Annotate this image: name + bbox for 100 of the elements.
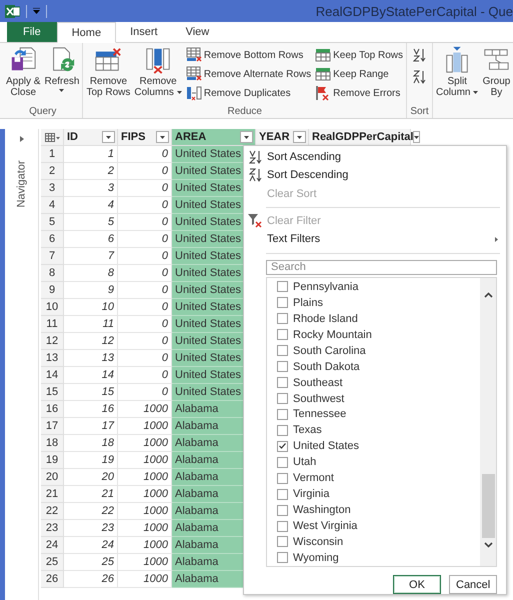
value-label[interactable]: Rocky Mountain: [293, 328, 372, 341]
checkbox[interactable]: [277, 408, 288, 420]
ribbon-button[interactable]: Group By: [481, 46, 512, 98]
scrollbar[interactable]: [480, 278, 496, 566]
checkbox[interactable]: [277, 536, 288, 548]
row-number: 25: [41, 554, 64, 571]
row-number: 21: [41, 486, 64, 503]
checkbox[interactable]: [277, 297, 288, 308]
customize-toolbar-icon[interactable]: [33, 8, 40, 14]
checkbox[interactable]: [277, 377, 288, 388]
scrollbar-thumb[interactable]: [482, 474, 494, 538]
checkbox[interactable]: [277, 520, 288, 532]
remove-columns-icon: [144, 46, 172, 74]
sort-ascending-icon[interactable]: [248, 150, 262, 164]
search-field[interactable]: Search: [266, 260, 497, 275]
row-number: 2: [41, 163, 64, 180]
ribbon-tab[interactable]: Home: [56, 22, 116, 43]
column-header[interactable]: FIPS: [118, 129, 172, 146]
checkbox[interactable]: [277, 504, 288, 516]
ribbon-button[interactable]: Remove Bottom Rows: [184, 46, 312, 64]
value-label[interactable]: South Carolina: [293, 344, 366, 357]
table-cell: 10: [64, 299, 118, 316]
row-number: 10: [41, 299, 64, 316]
ribbon-tab[interactable]: View: [172, 22, 224, 42]
sort-ascending-icon[interactable]: [413, 48, 426, 62]
value-label[interactable]: Vermont: [293, 472, 334, 484]
ribbon-button[interactable]: Split Column: [435, 46, 480, 98]
table-cell: 1: [64, 146, 118, 163]
filter-button[interactable]: [240, 131, 253, 143]
checkbox[interactable]: [277, 361, 288, 372]
row-number: 7: [41, 248, 64, 265]
checkbox[interactable]: [277, 313, 288, 324]
column-header[interactable]: YEAR: [256, 129, 309, 146]
filter-button[interactable]: [102, 131, 115, 143]
ribbon-button[interactable]: Remove Alternate Rows: [184, 65, 312, 83]
ribbon-button[interactable]: Remove Top Rows: [85, 46, 132, 98]
table-menu[interactable]: [41, 129, 64, 146]
sort-descending-icon[interactable]: [248, 168, 262, 182]
checkbox[interactable]: [277, 488, 288, 500]
value-label[interactable]: Utah: [293, 456, 316, 468]
checkbox[interactable]: [277, 281, 288, 292]
value-label[interactable]: United States: [293, 440, 360, 452]
value-label[interactable]: Tennessee: [293, 408, 346, 420]
value-label[interactable]: Washington: [293, 504, 351, 516]
scroll-up-icon[interactable]: [484, 292, 492, 298]
value-label[interactable]: Wyoming: [293, 552, 339, 564]
group-label: Query: [29, 106, 56, 118]
dialog-button[interactable]: OK: [393, 575, 441, 594]
checkbox[interactable]: [277, 456, 288, 468]
navigator-label[interactable]: Navigator: [16, 160, 28, 208]
value-label[interactable]: South Dakota: [293, 360, 360, 373]
dialog-button[interactable]: Cancel: [449, 575, 497, 594]
checkbox[interactable]: [277, 440, 288, 452]
table-cell: 25: [64, 554, 118, 571]
expand-icon[interactable]: [20, 136, 24, 142]
scroll-down-icon[interactable]: [484, 542, 492, 548]
caret-icon: [414, 136, 420, 138]
row-number: 17: [41, 418, 64, 435]
column-header[interactable]: ID: [64, 129, 118, 146]
table-cell: 15: [64, 384, 118, 401]
remove-rows-icon: [186, 47, 202, 63]
row-number: 16: [41, 401, 64, 418]
filter-button[interactable]: [293, 131, 306, 143]
checkbox[interactable]: [277, 345, 288, 356]
filter-button[interactable]: [413, 131, 420, 143]
filter-button[interactable]: [156, 131, 169, 143]
checkbox[interactable]: [277, 424, 288, 436]
ribbon-button[interactable]: Remove Duplicates: [184, 84, 312, 102]
checkbox[interactable]: [277, 329, 288, 340]
value-label[interactable]: Pennsylvania: [293, 280, 358, 293]
checkbox[interactable]: [277, 472, 288, 484]
checkbox[interactable]: [277, 552, 288, 564]
value-label[interactable]: Rhode Island: [293, 312, 358, 325]
row-number: 9: [41, 282, 64, 299]
ribbon-tab[interactable]: File: [7, 22, 57, 42]
value-label[interactable]: Plains: [293, 296, 323, 309]
ribbon-button[interactable]: Remove Errors: [314, 84, 404, 102]
table-cell: 3: [64, 180, 118, 197]
value-label[interactable]: Wisconsin: [293, 536, 344, 548]
ribbon-button[interactable]: Keep Top Rows: [314, 46, 404, 64]
row-number: 3: [41, 180, 64, 197]
value-label[interactable]: Southwest: [293, 392, 344, 405]
value-label[interactable]: Texas: [293, 424, 322, 436]
checkbox[interactable]: [277, 393, 288, 404]
ribbon-button[interactable]: Apply & Close: [5, 46, 42, 98]
spreadsheet-app-icon[interactable]: [5, 4, 20, 18]
table-cell: 16: [64, 401, 118, 418]
row-number: 22: [41, 503, 64, 520]
sort-descending-icon[interactable]: [413, 70, 426, 84]
value-label[interactable]: Virginia: [293, 488, 330, 500]
table-cell: 12: [64, 333, 118, 350]
value-label[interactable]: Southeast: [293, 376, 343, 389]
table-cell: 24: [64, 537, 118, 554]
table-icon[interactable]: [44, 132, 60, 142]
ribbon-button[interactable]: Keep Range: [314, 65, 404, 83]
value-label[interactable]: West Virginia: [293, 520, 358, 532]
ribbon-tab[interactable]: Insert: [116, 22, 172, 42]
ribbon-button[interactable]: Refresh: [43, 46, 80, 92]
column-header[interactable]: AREA: [172, 129, 256, 146]
ribbon-button[interactable]: Remove Columns: [133, 46, 183, 98]
